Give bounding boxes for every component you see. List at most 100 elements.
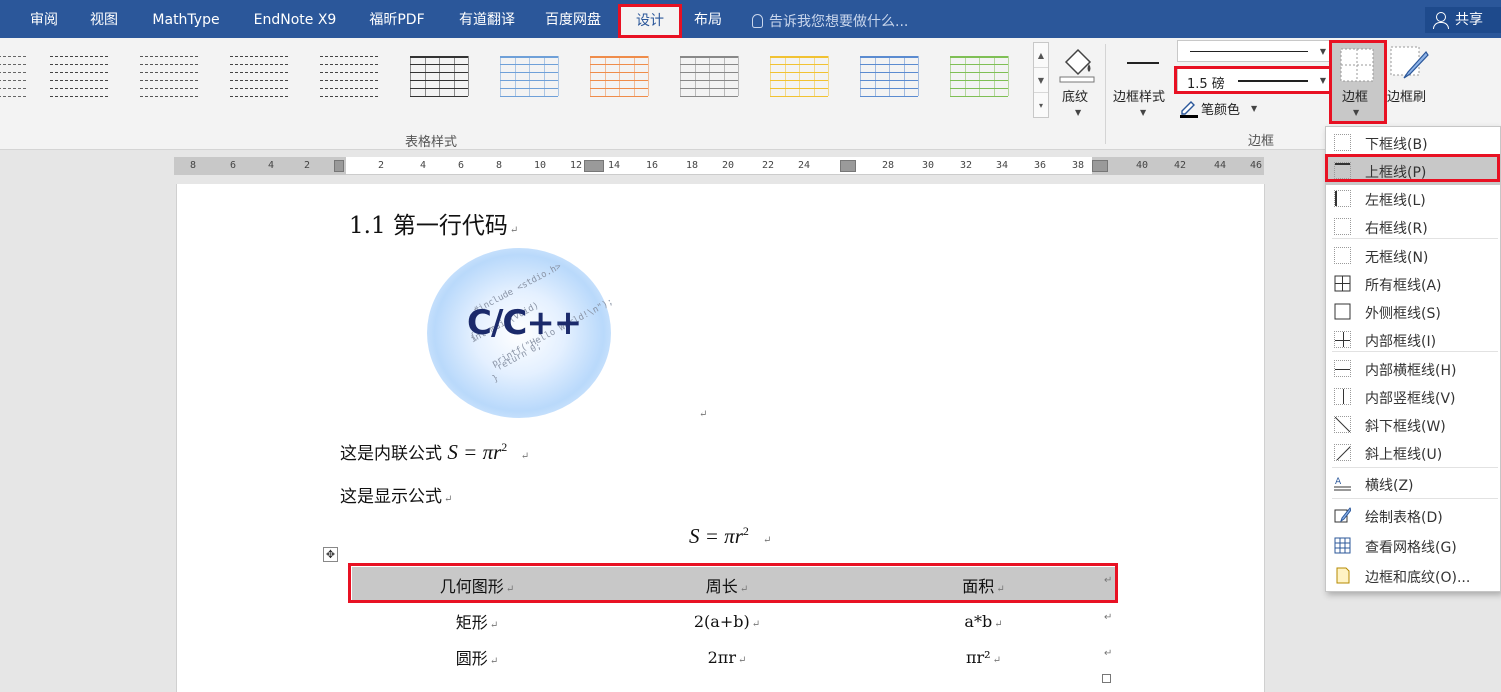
table-cell[interactable]: 矩形 ↵ [352, 603, 602, 639]
table-cell[interactable]: 2(a+b) ↵ [602, 603, 852, 639]
table-style-thumbnail[interactable] [136, 52, 202, 104]
menu-item-label: 斜下框线(W) [1365, 419, 1446, 435]
borders-button[interactable]: 边框 ▼ [1331, 40, 1385, 122]
row-end-mark: ↵ [1104, 612, 1113, 623]
pen-color-label: 笔颜色 [1201, 103, 1241, 118]
table-move-handle-icon[interactable]: ✥ [323, 547, 338, 562]
table-style-thumbnail[interactable] [586, 52, 652, 104]
table-style-thumbnail[interactable] [496, 52, 562, 104]
tab-foxit-pdf[interactable]: 福昕PDF [360, 0, 434, 38]
row-end-mark: ↵ [1104, 575, 1113, 586]
tab-youdao-translate[interactable]: 有道翻译 [447, 0, 527, 38]
tab-baidu-netdisk[interactable]: 百度网盘 [536, 0, 610, 38]
gallery-scroll[interactable]: ▲ ▼ ▾ [1033, 42, 1049, 118]
menu-item-label: 内部框线(I) [1365, 334, 1437, 350]
ribbon: ▲ ▼ ▾ 表格样式 底纹 ▼ 边框样式 ▼ ▼ 1.5 磅 ▼ 笔颜色 ▼ 边… [0, 38, 1501, 150]
menu-item-label: 边框和底纹(O)... [1365, 570, 1471, 586]
table-style-thumbnail[interactable] [316, 52, 382, 104]
bottom-border-icon [1334, 134, 1351, 151]
menu-item-draw-table[interactable]: 绘制表格(D) [1326, 502, 1500, 530]
table-style-thumbnail[interactable] [226, 52, 292, 104]
tab-view[interactable]: 视图 [80, 0, 128, 38]
paragraph-mark: ↵ [699, 409, 708, 420]
table-header-cell[interactable]: 周长 ↵ [602, 567, 852, 603]
line-style-select[interactable]: ▼ [1177, 40, 1331, 62]
table-style-thumbnail[interactable] [766, 52, 832, 104]
menu-item-diagonal-down-border[interactable]: 斜下框线(W) [1326, 411, 1500, 439]
paragraph-mark: ↵ [763, 535, 772, 546]
lightbulb-icon [752, 14, 763, 28]
ruler-tick-label: 42 [1174, 160, 1187, 171]
column-marker[interactable] [334, 160, 344, 172]
tell-me-search[interactable]: 告诉我您想要做什么... [752, 11, 908, 31]
table-cell[interactable]: a*b ↵ [852, 603, 1115, 639]
tab-mathtype[interactable]: MathType [140, 0, 232, 38]
display-formula-line[interactable]: 这是显示公式 ↵ [340, 482, 452, 507]
table-header-row[interactable]: 几何图形 ↵ 周长 ↵ 面积 ↵ [352, 567, 1115, 603]
border-styles-dropdown-icon: ▼ [1140, 108, 1147, 117]
menu-item-no-border[interactable]: 无框线(N) [1326, 242, 1500, 270]
logo-code-line: } [490, 373, 501, 385]
table-row[interactable]: 圆形 ↵ 2πr ↵ πr² ↵ [352, 639, 1115, 675]
display-formula[interactable]: S = πr2 ↵ [689, 524, 771, 549]
ruler-tick-label: 16 [646, 160, 659, 171]
line-weight-select[interactable]: 1.5 磅 ▼ [1177, 68, 1331, 92]
table-cell[interactable]: πr² ↵ [852, 639, 1115, 675]
ruler-tick-label: 6 [230, 160, 237, 171]
tab-design[interactable]: 设计 [618, 4, 682, 38]
gallery-down-icon[interactable]: ▼ [1034, 68, 1048, 93]
menu-item-horizontal-line[interactable]: A 横线(Z) [1326, 470, 1500, 498]
ruler-tick-label: 12 [570, 160, 583, 171]
column-marker[interactable] [584, 160, 604, 172]
heading[interactable]: 1.1 第一行代码 ↵ [349, 206, 518, 240]
menu-item-inside-borders[interactable]: 内部框线(I) [1326, 326, 1500, 354]
menu-item-label: 查看网格线(G) [1365, 540, 1457, 556]
gallery-more-icon[interactable]: ▾ [1034, 93, 1048, 118]
menu-item-label: 绘制表格(D) [1365, 510, 1443, 526]
menu-item-bottom-border[interactable]: 下框线(B) [1326, 129, 1500, 157]
table-cell[interactable]: 圆形 ↵ [352, 639, 602, 675]
table-styles-group-label: 表格样式 [405, 135, 458, 150]
inside-borders-icon [1334, 331, 1351, 348]
table-style-thumbnail[interactable] [406, 52, 472, 104]
inline-formula-line[interactable]: 这是内联公式 S = πr2 ↵ [340, 439, 529, 465]
menu-item-outside-borders[interactable]: 外侧框线(S) [1326, 298, 1500, 326]
table-resize-handle[interactable] [1102, 674, 1111, 683]
menu-item-top-border[interactable]: 上框线(P) [1326, 157, 1500, 185]
gallery-up-icon[interactable]: ▲ [1034, 43, 1048, 68]
table-header-cell[interactable]: 面积 ↵ [852, 567, 1115, 603]
ruler-tick-label: 8 [496, 160, 503, 171]
table-header-cell[interactable]: 几何图形 ↵ [352, 567, 602, 603]
table-row[interactable]: 矩形 ↵ 2(a+b) ↵ a*b ↵ [352, 603, 1115, 639]
menu-item-inside-vertical-border[interactable]: 内部竖框线(V) [1326, 383, 1500, 411]
menu-item-all-borders[interactable]: 所有框线(A) [1326, 270, 1500, 298]
menu-item-inside-horizontal-border[interactable]: 内部横框线(H) [1326, 355, 1500, 383]
ruler-tick-label: 36 [1034, 160, 1047, 171]
table-style-thumbnail[interactable] [676, 52, 742, 104]
share-button[interactable]: 共享 [1425, 7, 1501, 33]
table-style-thumbnail[interactable] [0, 52, 30, 104]
menu-item-borders-and-shading[interactable]: 边框和底纹(O)... [1326, 562, 1500, 590]
menu-item-diagonal-up-border[interactable]: 斜上框线(U) [1326, 439, 1500, 467]
geometry-table[interactable]: 几何图形 ↵ 周长 ↵ 面积 ↵ 矩形 ↵ 2(a+b) ↵ a*b ↵ 圆形 ↵ 2πr ↵ … [352, 567, 1115, 675]
document-page[interactable]: 1.1 第一行代码 ↵ #include <stdio.h> int main(v… [176, 184, 1265, 692]
borders-and-shading-icon [1336, 567, 1350, 584]
top-border-icon [1334, 162, 1351, 179]
paragraph-mark: ↵ [509, 225, 519, 236]
table-style-thumbnail[interactable] [946, 52, 1012, 104]
menu-separator [1332, 498, 1498, 499]
table-cell[interactable]: 2πr ↵ [602, 639, 852, 675]
column-marker[interactable] [840, 160, 856, 172]
c-cpp-logo-image[interactable]: #include <stdio.h> int main(void) { prin… [427, 248, 615, 418]
tab-endnote[interactable]: EndNote X9 [244, 0, 346, 38]
column-marker[interactable] [1092, 160, 1108, 172]
menu-item-view-gridlines[interactable]: 查看网格线(G) [1326, 532, 1500, 560]
menu-item-right-border[interactable]: 右框线(R) [1326, 213, 1500, 241]
tab-layout[interactable]: 布局 [688, 0, 728, 38]
menu-item-left-border[interactable]: 左框线(L) [1326, 185, 1500, 213]
table-style-thumbnail[interactable] [856, 52, 922, 104]
table-style-thumbnail[interactable] [46, 52, 112, 104]
tab-review[interactable]: 审阅 [22, 0, 66, 38]
horizontal-ruler[interactable]: 8 6 4 2 2 4 6 8 10 12 14 16 18 20 22 24 28 30 32 34 36 38 40 42… [174, 157, 1264, 175]
menu-item-label: 左框线(L) [1365, 193, 1426, 209]
